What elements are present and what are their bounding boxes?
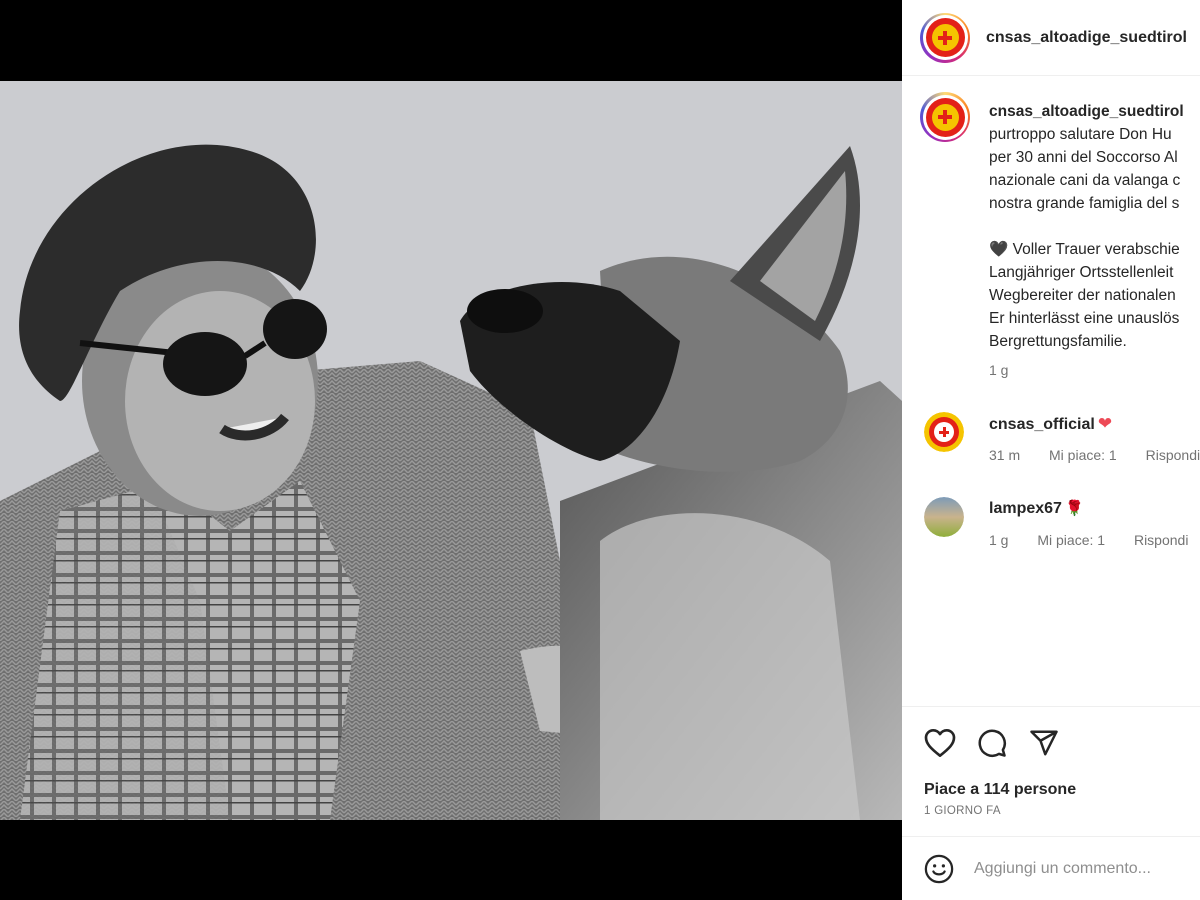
caption-line: purtroppo salutare Don Hu [989, 126, 1172, 143]
caption-line: 🖤 Voller Trauer verabschie [989, 241, 1180, 258]
comment-username[interactable]: cnsas_official ❤ [989, 414, 1112, 434]
photo-pane [0, 0, 902, 900]
caption-line: Langjähriger Ortsstellenleit [989, 264, 1174, 281]
black-heart-icon: 🖤 [989, 241, 1009, 258]
heart-outline-icon[interactable] [923, 726, 957, 760]
post-photo[interactable] [0, 81, 902, 820]
commenter-avatar[interactable] [924, 497, 964, 537]
smiley-icon[interactable] [922, 852, 956, 886]
post-header: cnsas_altoadige_suedtirol [902, 0, 1200, 76]
cnsas-logo-icon [925, 97, 965, 137]
caption-line: per 30 anni del Soccorso Al [989, 149, 1178, 166]
caption-avatar[interactable] [920, 92, 970, 142]
caption-line: nazionale cani da valanga c [989, 172, 1181, 189]
caption-line: Bergrettungsfamilie. [989, 333, 1127, 350]
commenter-avatar[interactable] [924, 412, 964, 452]
comment-likes[interactable]: Mi piace: 1 [1037, 532, 1105, 548]
comment-time[interactable]: 1 g [989, 532, 1008, 548]
caption-line: nostra grande famiglia del s [989, 195, 1180, 212]
likes-count[interactable]: Piace a 114 persone [924, 781, 1076, 799]
reply-button[interactable]: Rispondi [1146, 447, 1200, 463]
comment-username[interactable]: lampex67 🌹 [989, 499, 1084, 518]
comment-time[interactable]: 31 m [989, 447, 1020, 463]
rose-icon: 🌹 [1064, 500, 1084, 517]
comment-meta: 1 g Mi piace: 1 Rispondi [989, 532, 1188, 548]
caption-line: Wegbereiter der nationalen [989, 287, 1176, 304]
paper-plane-icon[interactable] [1027, 726, 1061, 760]
caption-line: Er hinterlässt eine unauslös [989, 310, 1180, 327]
account-avatar[interactable] [920, 12, 970, 63]
photo-illustration [0, 81, 902, 820]
reply-button[interactable]: Rispondi [1134, 532, 1188, 548]
header-username[interactable]: cnsas_altoadige_suedtirol [986, 29, 1187, 47]
add-comment-bar [902, 836, 1200, 900]
comment-meta: 31 m Mi piace: 1 Rispondi [989, 447, 1200, 463]
caption-text: cnsas_altoadige_suedtirol purtroppo salu… [989, 100, 1200, 353]
red-heart-icon: ❤ [1097, 414, 1113, 433]
comment-input[interactable] [972, 858, 1196, 879]
post-actions: Piace a 114 persone 1 GIORNO FA [902, 706, 1200, 836]
caption-time[interactable]: 1 g [989, 362, 1008, 378]
cnsas-logo-icon [925, 18, 965, 57]
comment-bubble-icon[interactable] [975, 726, 1009, 760]
caption-username[interactable]: cnsas_altoadige_suedtirol [989, 100, 1200, 123]
post-date: 1 GIORNO FA [924, 805, 1001, 817]
comment-likes[interactable]: Mi piace: 1 [1049, 447, 1117, 463]
post-side-panel: cnsas_altoadige_suedtirol cnsas_altoadig… [902, 0, 1200, 900]
